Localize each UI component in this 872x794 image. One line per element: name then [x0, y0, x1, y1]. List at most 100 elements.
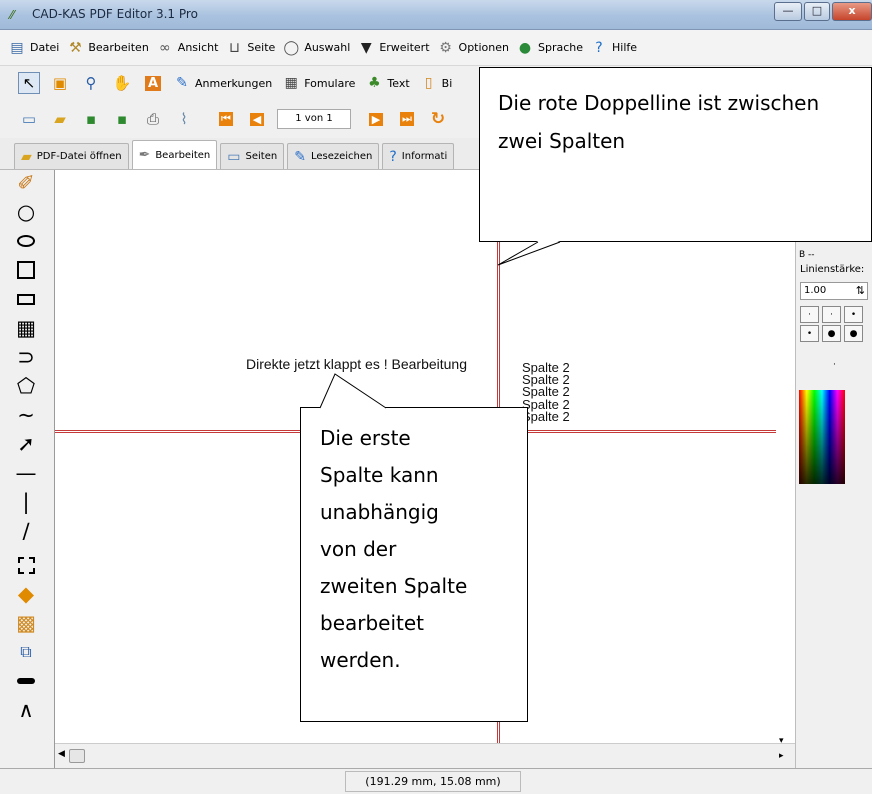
tab-pages[interactable]: ▭ Seiten	[220, 143, 285, 169]
callout-line: Spalte kann	[320, 463, 439, 487]
arrow-icon[interactable]: ➚	[13, 431, 39, 457]
horizontal-line-icon[interactable]: —	[13, 460, 39, 486]
new-button[interactable]: ▭	[18, 108, 40, 130]
callout-tail	[319, 373, 387, 409]
dot-size-1-button[interactable]: ·	[800, 306, 819, 323]
line-width-input[interactable]: 1.00 ⇅	[800, 282, 868, 300]
scroll-thumb[interactable]	[69, 749, 85, 763]
zoom-tool-button[interactable]: ⚲	[80, 72, 102, 94]
menu-sprache[interactable]: ● Sprache	[516, 39, 583, 57]
polyline-icon[interactable]: ⊃	[13, 344, 39, 370]
dot-size-2-button[interactable]: ·	[822, 306, 841, 323]
menu-seite[interactable]: ⊔ Seite	[225, 39, 275, 57]
callout-line: unabhängig	[320, 500, 439, 524]
dot-size-5-button[interactable]: ●	[822, 325, 841, 342]
previous-page-button[interactable]: ◀	[246, 108, 268, 130]
color-picker[interactable]	[799, 390, 845, 484]
horizontal-scrollbar[interactable]: ◀ ▾ ▸	[55, 736, 795, 768]
diagonal-line-icon[interactable]: ∕	[13, 518, 39, 544]
save-as-button[interactable]: ▪	[111, 108, 133, 130]
menu-datei[interactable]: ▤ Datei	[8, 39, 59, 57]
tab-open-pdf[interactable]: ▰ PDF-Datei öffnen	[14, 143, 129, 169]
first-page-button[interactable]: ⏮	[215, 108, 237, 130]
tab-information[interactable]: ? Informati	[382, 143, 455, 169]
annotations-button[interactable]: Anmerkungen	[195, 77, 272, 90]
rotate-button[interactable]: ↻	[427, 108, 449, 130]
binoculars-icon: ∞	[158, 39, 171, 56]
magnifier-icon: ⚲	[85, 74, 97, 92]
menu-auswahl[interactable]: ◯ Auswahl	[282, 39, 350, 57]
square-icon[interactable]	[13, 257, 39, 283]
vertical-line-icon[interactable]: |	[13, 489, 39, 515]
minimize-button[interactable]: —	[774, 2, 802, 21]
rectangle-icon[interactable]	[13, 286, 39, 312]
wrench-icon: ⚙	[439, 39, 452, 56]
fill-icon[interactable]: ▩	[13, 610, 39, 636]
tab-edit[interactable]: ✒ Bearbeiten	[131, 140, 218, 169]
close-button[interactable]: x	[832, 2, 872, 21]
dot-size-4-button[interactable]: •	[800, 325, 819, 342]
frame-tool-button[interactable]: ▣	[49, 72, 71, 94]
images-button[interactable]: Bi	[442, 77, 453, 90]
dot-size-6-button[interactable]: ●	[844, 325, 863, 342]
truncated-label: B --	[799, 250, 815, 260]
hand-icon: ✋	[112, 74, 132, 92]
info-icon: ?	[389, 148, 397, 165]
dot-size-3-button[interactable]: •	[844, 306, 863, 323]
last-page-button[interactable]: ⏭	[396, 108, 418, 130]
menu-erweitert[interactable]: ▼ Erweitert	[357, 39, 430, 57]
callout-line: zwei Spalten	[498, 129, 626, 153]
column2-line[interactable]: Spalte 2	[522, 410, 570, 423]
new-document-icon: ▭	[21, 110, 37, 128]
menu-bearbeiten[interactable]: ⚒ Bearbeiten	[66, 39, 149, 57]
menu-optionen[interactable]: ⚙ Optionen	[437, 39, 509, 57]
curve-icon[interactable]: ∼	[13, 402, 39, 428]
next-page-button[interactable]: ▶	[365, 108, 387, 130]
grid-icon[interactable]: ▦	[13, 315, 39, 341]
previous-page-icon: ◀	[249, 112, 265, 126]
callout-red-line: Die rote Doppelline ist zwischen zwei Sp…	[479, 67, 872, 242]
thick-line-icon[interactable]	[13, 668, 39, 694]
help-icon: ?	[595, 39, 603, 56]
pages-icon: ▭	[227, 148, 241, 165]
spinner-icon[interactable]: ⇅	[856, 283, 865, 299]
frame-icon: ▣	[52, 74, 68, 92]
text-tool-button[interactable]: A	[142, 72, 164, 94]
save-button[interactable]: ▪	[80, 108, 102, 130]
caret-icon[interactable]: ∧	[13, 697, 39, 723]
scroll-left-icon[interactable]: ◀	[58, 749, 65, 759]
column1-text[interactable]: Direkte jetzt klappt es ! Bearbeitung	[246, 356, 467, 372]
open-button[interactable]: ▰	[49, 108, 71, 130]
menu-hilfe[interactable]: ? Hilfe	[590, 39, 637, 57]
line-width-label: Linienstärke:	[800, 264, 865, 275]
brush-icon[interactable]: ✐	[13, 170, 39, 196]
pen-icon: ✒	[138, 147, 151, 163]
drawing-tools-panel: ✐ ○ ▦ ⊃ ⬠ ∼ ➚ — | ∕ ◆ ▩ ⧉ ∧	[0, 170, 55, 770]
annotation-icon: ✎	[176, 75, 188, 91]
mortarboard-icon: ▼	[360, 39, 372, 56]
save-as-icon: ▪	[116, 110, 128, 128]
status-bar: (191.29 mm, 15.08 mm)	[0, 768, 872, 794]
menu-ansicht[interactable]: ∞ Ansicht	[156, 39, 218, 57]
circle-icon[interactable]: ○	[13, 199, 39, 225]
scroll-right-icon[interactable]: ▸	[779, 751, 784, 761]
page-number-field[interactable]: 1 von 1	[277, 109, 351, 129]
tab-bookmarks[interactable]: ✎ Lesezeichen	[287, 143, 380, 169]
image-icon: ▯	[424, 75, 433, 91]
ellipse-icon[interactable]	[13, 228, 39, 254]
pointer-tool-button[interactable]: ↖	[18, 72, 40, 94]
maximize-button[interactable]: □	[804, 2, 830, 21]
save-icon: ▪	[85, 110, 97, 128]
print-button[interactable]: ⎙	[142, 108, 164, 130]
next-page-icon: ▶	[368, 112, 384, 126]
transform-icon[interactable]: ⧉	[13, 639, 39, 665]
forms-button[interactable]: Fomulare	[304, 77, 355, 90]
scroll-down-icon[interactable]: ▾	[779, 736, 784, 746]
polygon-icon[interactable]: ⬠	[13, 373, 39, 399]
selection-icon[interactable]	[13, 552, 39, 578]
text-button[interactable]: Text	[387, 77, 409, 90]
sign-button[interactable]: ⌇	[173, 108, 195, 130]
last-page-icon: ⏭	[400, 112, 414, 126]
hand-tool-button[interactable]: ✋	[111, 72, 133, 94]
eraser-icon[interactable]: ◆	[13, 581, 39, 607]
